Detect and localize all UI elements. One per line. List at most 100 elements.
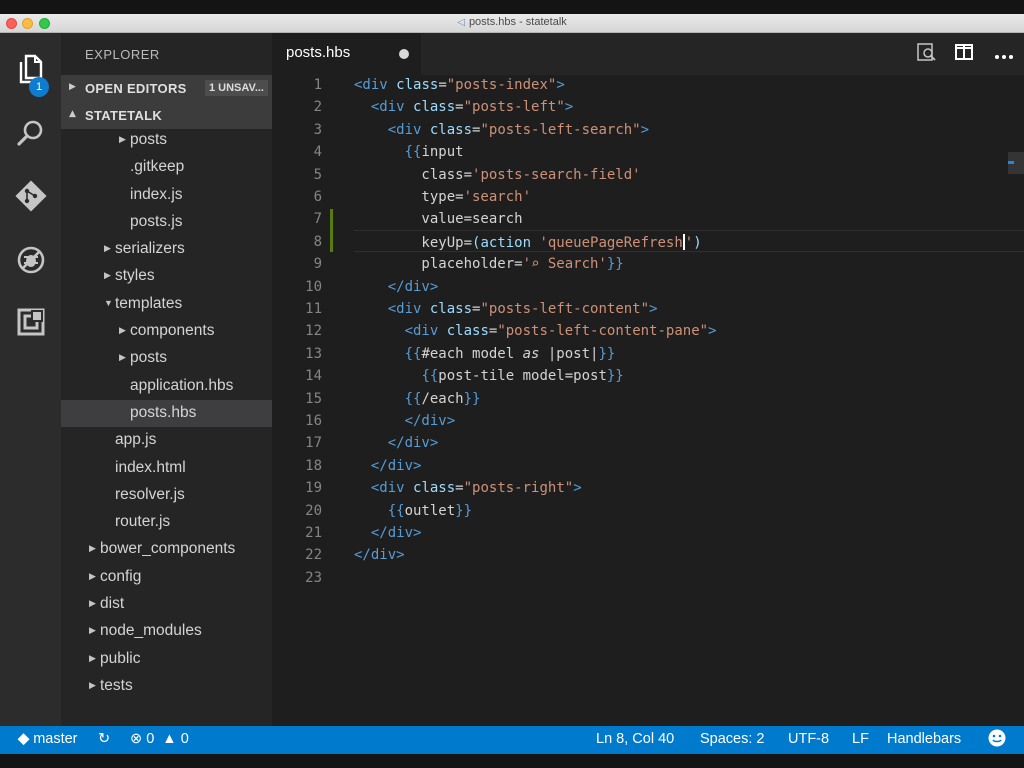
code-line[interactable]: 11 <div class="posts-left-content"> [272,299,1024,321]
line-number: 10 [305,278,322,295]
code-line[interactable]: 4 {{input [272,142,1024,164]
tree-folder[interactable]: ▶ node_modules [61,618,272,645]
code-line[interactable]: 1 <div class="posts-index"> [272,75,1024,97]
tree-file[interactable]: app.js [61,427,272,454]
tree-folder[interactable]: ▼ templates [61,291,272,318]
code-text-token: value=search [354,211,523,228]
tree-file[interactable]: .gitkeep [61,154,272,181]
warning-count: 0 [180,731,189,747]
problems-indicator[interactable]: ⊗ 0 ▲ 0 [130,731,189,747]
code-line[interactable]: 5 class='posts-search-field' [272,165,1024,187]
code-tag-token: <div [387,301,430,317]
code-string-token: 'posts-search-field' [472,166,641,183]
tree-folder[interactable]: ▶ serializers [61,236,272,263]
code-line[interactable]: 14 {{post-tile model=post}} [272,366,1024,388]
code-line[interactable]: 18 </div> [272,456,1024,478]
tree-folder[interactable]: ▶ posts [61,127,272,154]
activity-search[interactable] [0,103,61,163]
tree-file[interactable]: posts.js [61,209,272,236]
activity-bar: 1 [0,33,61,726]
open-editors-label: OPEN EDITORS [85,81,187,96]
line-number: 18 [305,457,322,474]
tree-file[interactable]: posts.hbs [61,399,272,428]
tree-folder[interactable]: ▶ styles [61,263,272,290]
feedback-button[interactable] [988,729,1006,751]
code-line[interactable]: 19 <div class="posts-right"> [272,478,1024,500]
tree-folder[interactable]: ▶ components [61,318,272,345]
tree-folder[interactable]: ▶ bower_components [61,536,272,563]
line-number: 12 [305,323,322,340]
activity-extensions[interactable] [0,292,61,352]
language-mode-selector[interactable]: Handlebars [887,731,961,747]
branch-indicator[interactable]: ◆ master [18,731,78,747]
line-number: 9 [313,256,322,273]
tree-item-label: node_modules [100,622,202,640]
tree-file[interactable]: resolver.js [61,482,272,509]
line-code: <div class="posts-left-content"> [354,301,658,317]
code-line[interactable]: 23 [272,568,1024,590]
tree-file[interactable]: index.js [61,182,272,209]
indentation-selector[interactable]: Spaces: 2 [700,731,765,747]
project-label: STATETALK [85,108,163,123]
line-number: 8 [313,233,322,250]
code-text-token: outlet [404,502,456,519]
tree-file[interactable]: router.js [61,509,272,536]
tree-file[interactable]: application.hbs [61,373,272,400]
line-code: <div class="posts-left"> [354,99,573,115]
tree-folder[interactable]: ▶ tests [61,673,272,700]
code-line[interactable]: 7 value=search [272,209,1024,231]
chevron-down-icon: ▲ [69,109,76,119]
open-preview-button[interactable] [914,42,938,66]
split-editor-button[interactable] [952,42,976,66]
code-line[interactable]: 2 <div class="posts-left"> [272,97,1024,119]
line-number: 16 [305,413,322,429]
code-line[interactable]: 12 <div class="posts-left-content-pane"> [272,321,1024,343]
line-code: {{/each}} [354,391,481,407]
tree-folder[interactable]: ▶ posts [61,345,272,372]
code-text-token: = [438,77,447,93]
code-line[interactable]: 6 type='search' [272,187,1024,209]
tab-posts-hbs[interactable]: posts.hbs [272,33,421,75]
tree-folder[interactable]: ▶ public [61,646,272,673]
code-attr-token: (action [472,234,540,251]
eol-selector[interactable]: LF [852,731,869,747]
code-line[interactable]: 17 </div> [272,433,1024,455]
split-editor-icon [954,42,974,66]
activity-git[interactable] [0,166,61,226]
code-line[interactable]: 22 </div> [272,545,1024,567]
code-line[interactable]: 10 </div> [272,277,1024,299]
activity-explorer[interactable]: 1 [0,39,61,99]
code-line[interactable]: 16 </div> [272,411,1024,433]
tree-folder[interactable]: ▶ config [61,564,272,591]
code-line[interactable]: 20 {{outlet}} [272,501,1024,523]
cursor-position[interactable]: Ln 8, Col 40 [596,731,674,747]
encoding-selector[interactable]: UTF-8 [788,731,829,747]
explorer-sidebar: EXPLORER ▶ OPEN EDITORS 1 UNSAV... ▲ STA… [61,33,272,726]
project-section[interactable]: ▲ STATETALK [61,102,272,129]
tree-folder[interactable]: ▶ dist [61,591,272,618]
code-line[interactable]: 13 {{#each model as |post|}} [272,344,1024,366]
code-tag-token: <div [404,323,447,340]
code-tag-token: </div> [387,278,439,295]
code-line[interactable]: 3 <div class="posts-left-search"> [272,120,1024,142]
code-line[interactable]: 8 keyUp=(action 'queuePageRefresh ') [272,232,1024,254]
code-line[interactable]: 21 </div> [272,523,1024,545]
more-actions-button[interactable] [992,42,1016,66]
code-text-token: keyUp= [354,234,473,251]
code-editor[interactable]: 1 <div class="posts-index"> 2 <div class="… [272,75,1024,726]
code-line[interactable]: 9 placeholder='⌕ Search'}} [272,254,1024,276]
code-line[interactable]: 15 {{/each}} [272,389,1024,411]
unsaved-dot-icon[interactable] [399,49,409,59]
activity-debug[interactable] [0,230,61,290]
sync-button[interactable]: ↻ [98,731,110,747]
chevron-right-icon: ▶ [104,270,111,281]
tree-file[interactable]: index.html [61,455,272,482]
open-editors-section[interactable]: ▶ OPEN EDITORS 1 UNSAV... [61,75,272,102]
